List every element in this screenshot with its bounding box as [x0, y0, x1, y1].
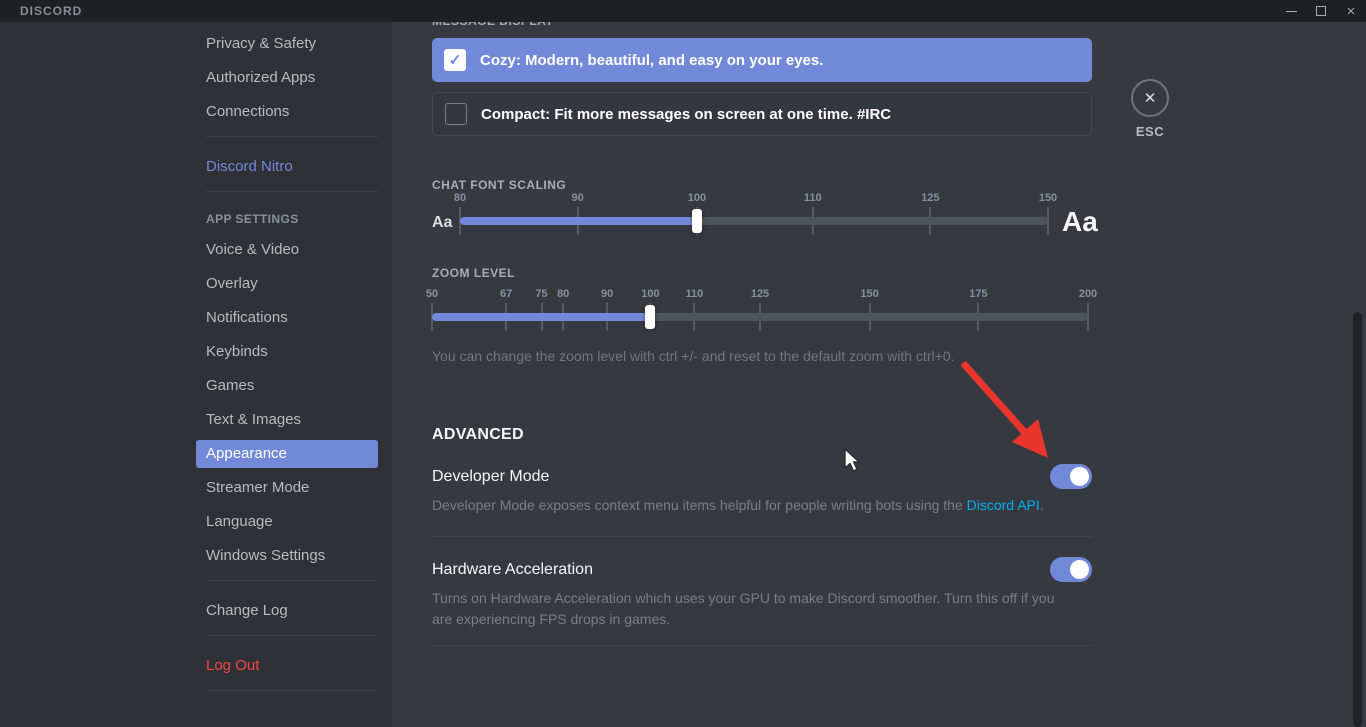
- slider-tick-label: 150: [1039, 192, 1057, 204]
- advanced-header: ADVANCED: [432, 426, 524, 444]
- slider-tick-label: 175: [969, 288, 987, 300]
- sidebar-item-authorized-apps[interactable]: Authorized Apps: [196, 64, 378, 92]
- app-body: Privacy & Safety Authorized Apps Connectio…: [0, 22, 1366, 727]
- font-preview-small: Aa: [432, 214, 452, 232]
- developer-mode-description: Developer Mode exposes context menu item…: [432, 495, 1077, 516]
- sidebar-item-connections[interactable]: Connections: [196, 98, 378, 126]
- slider-tick-label: 100: [641, 288, 659, 300]
- titlebar: DISCORD ✕: [0, 0, 1366, 22]
- cozy-option-row[interactable]: ✓ Cozy: Modern, beautiful, and easy on y…: [432, 38, 1092, 82]
- settings-sidebar: Privacy & Safety Authorized Apps Connectio…: [0, 22, 392, 727]
- zoom-level-note: You can change the zoom level with ctrl …: [432, 348, 954, 364]
- slider-tick-label: 125: [751, 288, 769, 300]
- section-divider: [432, 645, 1092, 646]
- compact-option-label: Compact: Fit more messages on screen at …: [481, 106, 891, 123]
- sidebar-item-privacy-safety[interactable]: Privacy & Safety: [196, 30, 378, 58]
- slider-handle[interactable]: [645, 305, 655, 329]
- sidebar-item-change-log[interactable]: Change Log: [196, 597, 378, 625]
- cozy-option-label: Cozy: Modern, beautiful, and easy on you…: [480, 52, 823, 69]
- scrollbar-thumb[interactable]: [1353, 312, 1362, 727]
- close-settings-x-icon[interactable]: ✕: [1131, 79, 1169, 117]
- slider-tick-label: 100: [688, 192, 706, 204]
- developer-mode-toggle[interactable]: [1050, 464, 1092, 489]
- close-settings-button[interactable]: ✕ ESC: [1129, 79, 1171, 139]
- chat-font-scaling-header: CHAT FONT SCALING: [432, 178, 566, 192]
- slider-tick-label: 90: [571, 192, 583, 204]
- slider-tick-label: 200: [1079, 288, 1097, 300]
- discord-logo: DISCORD: [20, 4, 82, 18]
- sidebar-item-overlay[interactable]: Overlay: [196, 270, 378, 298]
- hardware-acceleration-title: Hardware Acceleration: [432, 561, 593, 579]
- zoom-level-slider: 5067758090100110125150175200: [432, 288, 1088, 348]
- zoom-level-header: ZOOM LEVEL: [432, 266, 515, 280]
- sidebar-item-games[interactable]: Games: [196, 372, 378, 400]
- slider-tick-label: 125: [921, 192, 939, 204]
- slider-tick-label: 110: [804, 192, 822, 204]
- sidebar-divider: [206, 690, 378, 691]
- cozy-checkbox-checked-icon[interactable]: ✓: [444, 49, 466, 71]
- hardware-acceleration-toggle[interactable]: [1050, 557, 1092, 582]
- sidebar-item-appearance[interactable]: Appearance: [196, 440, 378, 468]
- slider-tick-label: 50: [426, 288, 438, 300]
- sidebar-item-log-out[interactable]: Log Out: [196, 652, 378, 680]
- window-controls: ✕: [1276, 0, 1366, 22]
- sidebar-divider: [206, 635, 378, 636]
- slider-fill: [460, 217, 697, 225]
- compact-option-row[interactable]: Compact: Fit more messages on screen at …: [432, 92, 1092, 136]
- sidebar-item-notifications[interactable]: Notifications: [196, 304, 378, 332]
- sidebar-item-discord-nitro[interactable]: Discord Nitro: [196, 153, 378, 181]
- sidebar-divider: [206, 191, 378, 192]
- slider-tick-label: 110: [686, 288, 704, 300]
- sidebar-item-windows-settings[interactable]: Windows Settings: [196, 542, 378, 570]
- toggle-knob: [1070, 467, 1089, 486]
- slider-tick-label: 80: [557, 288, 569, 300]
- toggle-knob: [1070, 560, 1089, 579]
- sidebar-divider: [206, 136, 378, 137]
- slider-tick-label: 75: [535, 288, 547, 300]
- settings-content: MESSAGE DISPLAY ✓ Cozy: Modern, beautifu…: [392, 22, 1366, 727]
- esc-label: ESC: [1129, 124, 1171, 139]
- minimize-icon[interactable]: [1276, 0, 1306, 22]
- message-display-header: MESSAGE DISPLAY: [432, 22, 554, 28]
- slider-tick-label: 90: [601, 288, 613, 300]
- compact-checkbox-unchecked[interactable]: [445, 103, 467, 125]
- font-preview-large: Aa: [1062, 206, 1098, 238]
- slider-tick-label: 67: [500, 288, 512, 300]
- maximize-icon[interactable]: [1306, 0, 1336, 22]
- section-divider: [432, 536, 1092, 537]
- slider-handle[interactable]: [692, 209, 702, 233]
- slider-fill: [432, 313, 650, 321]
- sidebar-item-voice-video[interactable]: Voice & Video: [196, 236, 378, 264]
- developer-mode-description-text: Developer Mode exposes context menu item…: [432, 497, 967, 513]
- sidebar-item-language[interactable]: Language: [196, 508, 378, 536]
- hardware-acceleration-description: Turns on Hardware Acceleration which use…: [432, 588, 1060, 630]
- sidebar-item-streamer-mode[interactable]: Streamer Mode: [196, 474, 378, 502]
- slider-tick-label: 150: [860, 288, 878, 300]
- developer-mode-title: Developer Mode: [432, 468, 549, 486]
- discord-api-link[interactable]: Discord API.: [967, 497, 1044, 513]
- sidebar-divider: [206, 580, 378, 581]
- sidebar-item-keybinds[interactable]: Keybinds: [196, 338, 378, 366]
- sidebar-item-text-images[interactable]: Text & Images: [196, 406, 378, 434]
- slider-tick-label: 80: [454, 192, 466, 204]
- close-icon[interactable]: ✕: [1336, 0, 1366, 22]
- chat-font-scaling-slider: 8090100110125150: [460, 192, 1048, 252]
- sidebar-nav: Privacy & Safety Authorized Apps Connectio…: [196, 22, 380, 691]
- sidebar-section-header: APP SETTINGS: [196, 208, 380, 230]
